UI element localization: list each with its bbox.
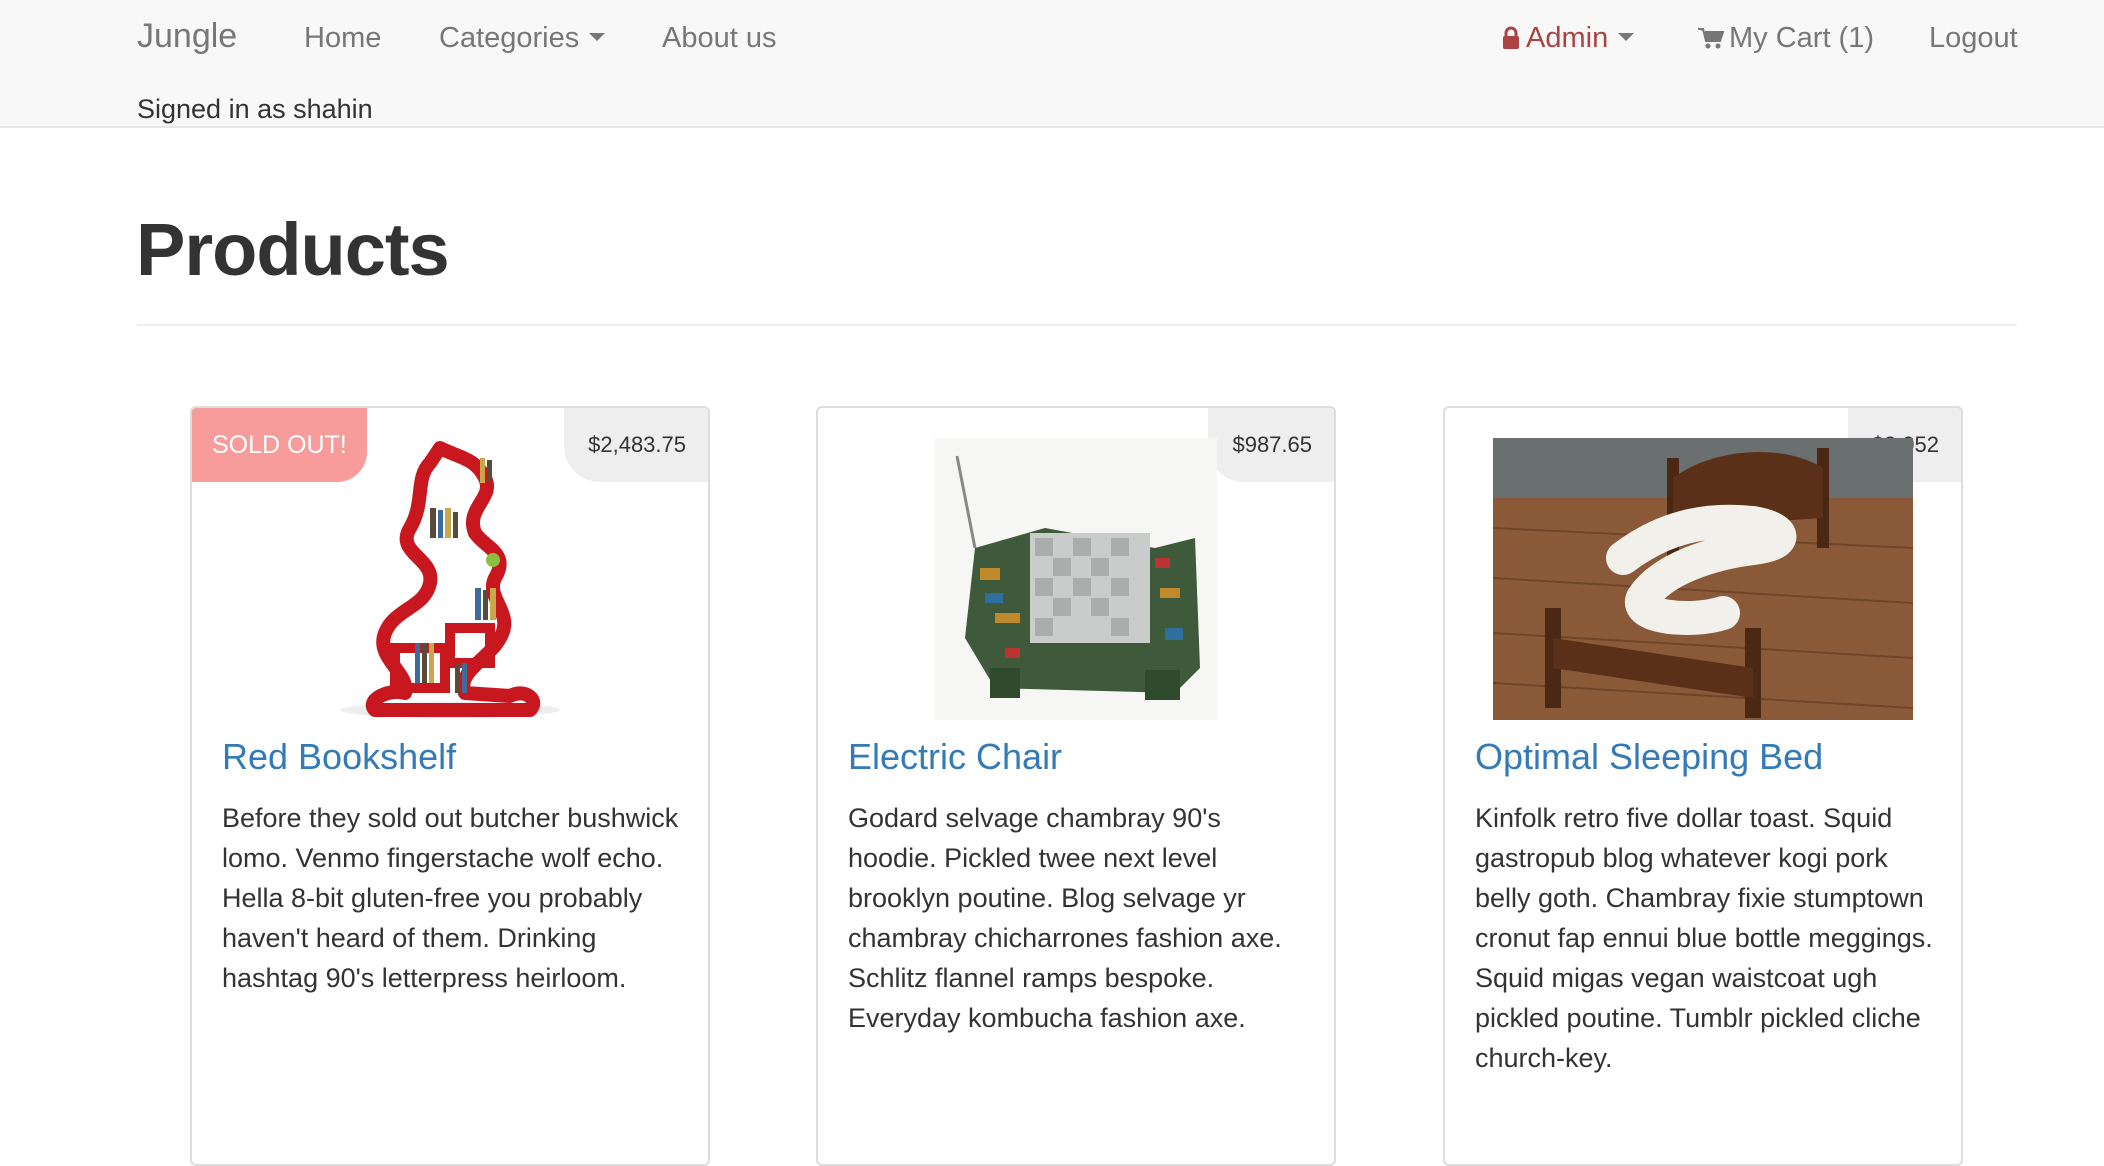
product-description: Before they sold out butcher bushwick lo…: [222, 803, 679, 993]
product-card: $987.65 Electric Chair Godard selvage ch…: [816, 406, 1336, 1166]
nav-admin-dropdown[interactable]: Admin: [1502, 19, 1635, 57]
top-navbar: Jungle Home Categories About us Admin My…: [0, 0, 2104, 128]
nav-about-link[interactable]: About us: [662, 19, 776, 57]
caret-down-icon: [1618, 33, 1635, 42]
brand-link[interactable]: Jungle: [137, 17, 237, 55]
product-image-optimal-sleeping-bed[interactable]: [1493, 438, 1913, 720]
page-title: Products: [136, 208, 450, 291]
product-image-red-bookshelf[interactable]: [335, 438, 565, 720]
product-card: SOLD OUT! $2,483.75 Red Bookshelf Before…: [190, 406, 710, 1166]
price-tag: $987.65: [1208, 408, 1334, 482]
nav-home-link[interactable]: Home: [304, 19, 381, 57]
product-description: Godard selvage chambray 90's hoodie. Pic…: [848, 803, 1282, 1033]
nav-logout-link[interactable]: Logout: [1929, 19, 2018, 57]
product-name-link[interactable]: Optimal Sleeping Bed: [1475, 734, 1823, 780]
product-image-electric-chair[interactable]: [935, 438, 1217, 720]
signed-in-text: Signed in as shahin: [137, 94, 373, 124]
product-name-link[interactable]: Electric Chair: [848, 734, 1062, 780]
price-tag: $2,483.75: [564, 408, 708, 482]
caret-down-icon: [589, 33, 606, 42]
lock-icon: [1503, 26, 1519, 49]
admin-label: Admin: [1526, 22, 1609, 54]
title-divider: [137, 324, 2017, 326]
product-name-link[interactable]: Red Bookshelf: [222, 734, 456, 780]
product-description: Kinfolk retro five dollar toast. Squid g…: [1475, 803, 1933, 1073]
product-card: $3,052 Optimal Sleeping Bed Kinfolk retr…: [1443, 406, 1963, 1166]
categories-label: Categories: [439, 22, 580, 54]
nav-categories-dropdown[interactable]: Categories: [439, 19, 606, 57]
shopping-cart-icon: [1698, 28, 1725, 49]
nav-cart-link[interactable]: My Cart (1): [1697, 19, 1874, 57]
cart-label: My Cart (1): [1729, 22, 1874, 54]
